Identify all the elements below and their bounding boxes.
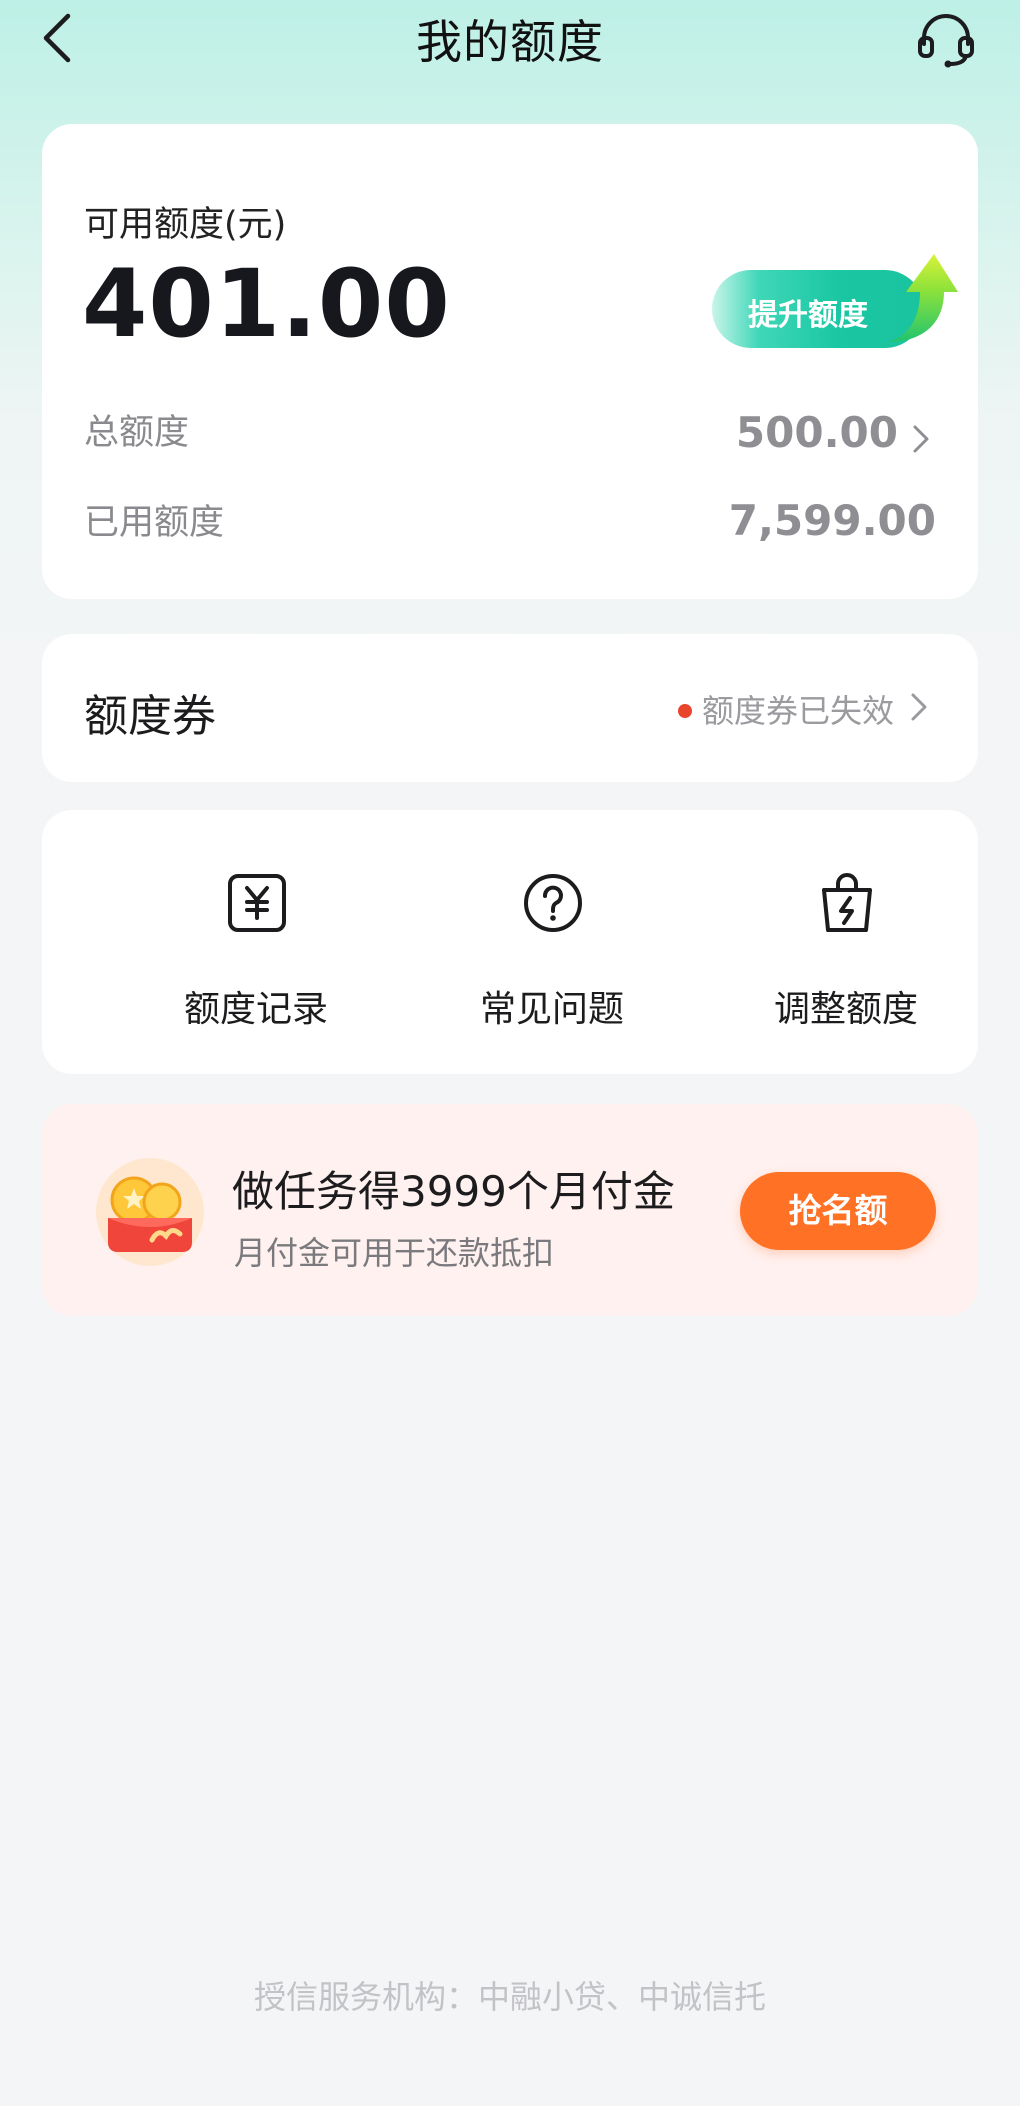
menu-label-adjust-limit: 调整额度	[773, 989, 918, 1030]
promo-title: 做任务得3999个月付金	[232, 1167, 675, 1216]
coupon-status-text: 额度券已失效	[701, 692, 894, 730]
customer-service-headset-icon[interactable]	[916, 12, 976, 68]
coupon-title: 额度券	[84, 691, 216, 742]
quick-menu-card: 额度记录 常见问题 调整额度	[42, 810, 978, 1074]
menu-item-faq[interactable]: 常见问题	[452, 870, 652, 1030]
promo-subtitle: 月付金可用于还款抵扣	[234, 1234, 555, 1272]
grab-quota-button[interactable]: 抢名额	[740, 1172, 936, 1250]
lightning-bag-icon	[822, 873, 872, 932]
chevron-right-icon[interactable]	[912, 424, 930, 454]
limit-coupon-row[interactable]: 额度券 额度券已失效	[42, 634, 978, 782]
used-limit-value: 7,599.00	[728, 496, 936, 545]
coin-wallet-icon	[96, 1158, 204, 1266]
available-limit-amount: 401.00	[82, 250, 451, 359]
total-limit-label: 总额度	[84, 413, 190, 453]
promo-banner[interactable]: 做任务得3999个月付金 月付金可用于还款抵扣 抢名额	[42, 1104, 978, 1316]
credit-institution-footer: 授信服务机构：中融小贷、中诚信托	[253, 1978, 766, 2016]
navigation-bar: 我的额度	[0, 0, 1020, 76]
menu-item-adjust-limit[interactable]: 调整额度	[746, 870, 946, 1030]
chevron-right-icon	[910, 692, 928, 722]
total-limit-value[interactable]: 500.00	[736, 408, 898, 457]
used-limit-label: 已用额度	[84, 503, 225, 543]
menu-item-limit-records[interactable]: 额度记录	[156, 870, 356, 1030]
page-title: 我的额度	[416, 15, 604, 69]
yuan-receipt-icon	[228, 874, 286, 932]
menu-label-faq: 常见问题	[479, 989, 624, 1030]
raise-limit-button[interactable]: 提升额度	[712, 254, 958, 348]
up-arrow-icon	[888, 254, 958, 342]
raise-limit-label: 提升额度	[748, 298, 868, 333]
status-dot-icon	[678, 704, 692, 718]
available-limit-label: 可用额度(元)	[84, 205, 287, 245]
menu-label-limit-records: 额度记录	[183, 989, 328, 1030]
question-circle-icon	[524, 874, 582, 932]
credit-limit-card: 可用额度(元) 401.00 提升额度 总额度 500.00 已用额度 7,59…	[42, 124, 978, 599]
